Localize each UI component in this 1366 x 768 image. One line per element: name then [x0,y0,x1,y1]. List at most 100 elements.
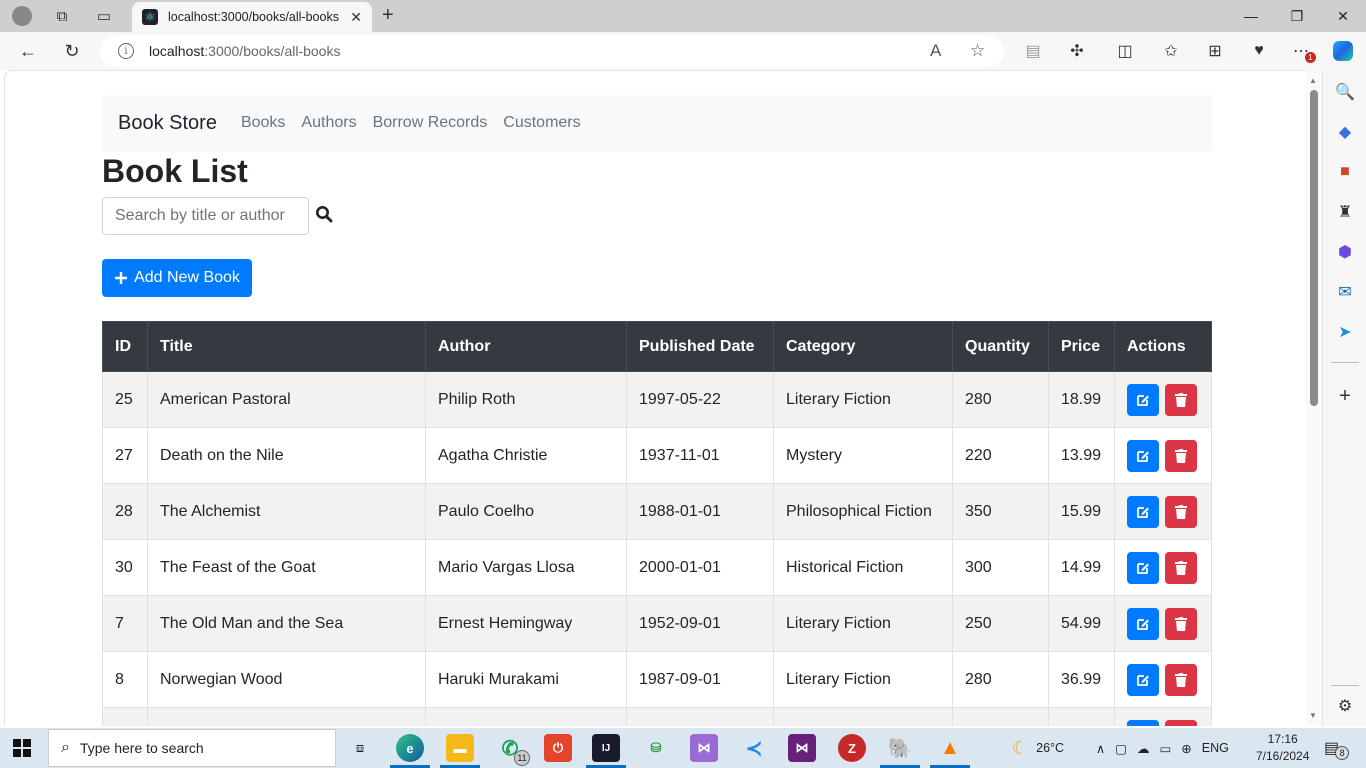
delete-book-button[interactable] [1165,719,1197,726]
back-button[interactable]: ← [14,38,42,64]
vlc-icon[interactable]: ▲ [936,734,964,762]
visual-studio-icon[interactable]: ⋈ [690,734,718,762]
network-icon[interactable]: ⊕ [1181,741,1191,756]
edit-book-button[interactable] [1127,495,1159,528]
db-tool-icon[interactable]: ⛁ [642,734,670,762]
add-new-book-button[interactable]: Add New Book [102,259,252,297]
onedrive-icon[interactable]: ☁ [1137,741,1150,756]
games-chess-icon[interactable]: ♜ [1333,200,1357,224]
header-title: Title [147,321,426,372]
clock[interactable]: 17:16 7/16/2024 [1256,728,1309,768]
cell-actions [1114,707,1212,726]
edge-app-icon[interactable]: e [396,734,424,762]
search-input[interactable] [102,197,309,235]
task-view-icon[interactable]: ⧈ [346,734,374,762]
delete-book-button[interactable] [1165,663,1197,696]
table-row: 7 The Old Man and the Sea Ernest Hemingway… [102,595,1212,652]
delete-book-button[interactable] [1165,495,1197,528]
row-actions [1127,551,1199,584]
scroll-down-arrow[interactable]: ▼ [1309,711,1317,720]
favorites-icon[interactable]: ✩ [1158,39,1184,63]
cell-actions [1114,651,1212,708]
cell-date: 1987-09-01 [626,651,774,708]
scrollbar-thumb[interactable] [1310,90,1318,406]
workspaces-icon[interactable]: ⧉ [48,4,76,28]
intellij-icon[interactable]: IJ [592,734,620,762]
cell-price: 13.99 [1048,427,1115,484]
search-sidebar-icon[interactable]: 🔍 [1333,80,1357,104]
header-actions: Actions [1114,321,1212,372]
active-tab[interactable]: ⚛ localhost:3000/books/all-books ✕ [132,2,372,32]
refresh-button[interactable]: ↻ [58,38,86,64]
nav-link-customers[interactable]: Customers [503,114,580,132]
edit-book-button[interactable] [1127,439,1159,472]
browser-essentials-icon[interactable]: ♥ [1246,39,1272,63]
copilot-icon[interactable] [1330,39,1356,63]
microsoft365-icon[interactable]: ⬢ [1333,240,1357,264]
header-id: ID [102,321,148,372]
scroll-up-arrow[interactable]: ▲ [1309,76,1317,85]
show-hidden-icons-chevron[interactable]: ∧ [1096,741,1105,756]
tools-briefcase-icon[interactable]: ■ [1333,160,1357,184]
edit-book-button[interactable] [1127,719,1159,726]
close-tab-icon[interactable]: ✕ [350,9,362,26]
address-bar[interactable]: i localhost:3000/books/all-books A ☆ [100,35,1004,67]
page-icon[interactable]: ▤ [1020,39,1046,63]
windows-start-icon[interactable] [12,738,32,758]
read-aloud-icon[interactable]: A [930,41,941,61]
notification-center[interactable]: ▤ 8 [1324,728,1350,768]
nav-link-books[interactable]: Books [241,114,285,132]
zotero-icon[interactable]: Z [838,734,866,762]
file-explorer-icon[interactable]: ▬ [446,734,474,762]
nav-link-borrow-records[interactable]: Borrow Records [373,114,488,132]
vscode-icon[interactable]: ≺ [740,734,768,762]
visual-studio-purple-icon[interactable]: ⋈ [788,734,816,762]
new-tab-button[interactable]: + [382,4,394,27]
postgresql-icon[interactable]: 🐘 [886,734,914,762]
site-info-icon[interactable]: i [118,43,134,59]
delete-book-button[interactable] [1165,439,1197,472]
page-scrollbar[interactable]: ▲ ▼ [1306,70,1322,726]
trash-icon [1175,560,1187,575]
delete-book-button[interactable] [1165,551,1197,584]
cell-price: 15.99 [1048,483,1115,540]
delete-book-button[interactable] [1165,383,1197,416]
cell-date: 1988-01-01 [626,483,774,540]
cell-id: 27 [102,427,148,484]
battery-icon[interactable]: ▭ [1159,741,1171,756]
cell-title: The Feast of the Goat [147,539,426,596]
cell-id: 25 [102,371,148,428]
whatsapp-icon[interactable]: ✆ 11 [496,734,530,766]
sidebar-settings-icon[interactable]: ⚙ [1333,694,1357,718]
edit-book-button[interactable] [1127,607,1159,640]
outlook-icon[interactable]: ✉ [1333,280,1357,304]
camera-icon[interactable]: ▢ [1115,741,1127,756]
add-sidebar-app-icon[interactable]: + [1333,384,1357,408]
power-app-icon[interactable]: ⏻ [544,734,572,762]
url-path: :3000/books/all-books [204,43,341,59]
cell-actions [1114,427,1212,484]
edit-book-button[interactable] [1127,551,1159,584]
collections-icon[interactable]: ⊞ [1202,39,1228,63]
minimize-button[interactable]: — [1228,0,1274,32]
edit-book-button[interactable] [1127,383,1159,416]
more-menu-icon[interactable]: ⋯ 1 [1288,39,1316,63]
close-window-button[interactable]: ✕ [1320,0,1366,32]
search-button[interactable] [315,205,337,227]
restore-button[interactable]: ❐ [1274,0,1320,32]
favorite-star-icon[interactable]: ☆ [970,41,985,61]
extensions-icon[interactable]: ✣ [1064,39,1090,63]
drop-send-icon[interactable]: ➤ [1333,320,1357,344]
profile-icon[interactable] [8,4,36,28]
edit-book-button[interactable] [1127,663,1159,696]
tab-actions-icon[interactable]: ▭ [90,4,118,28]
brand-link[interactable]: Book Store [118,112,217,135]
split-screen-icon[interactable]: ◫ [1112,39,1138,63]
cell-quantity: 220 [952,427,1049,484]
shopping-tag-icon[interactable]: ◆ [1333,120,1357,144]
weather-widget[interactable]: ☾ 26°C [1012,728,1064,768]
nav-link-authors[interactable]: Authors [301,114,356,132]
taskbar-search-box[interactable]: ⌕ Type here to search [48,729,336,767]
delete-book-button[interactable] [1165,607,1197,640]
language-indicator[interactable]: ENG [1202,741,1229,755]
